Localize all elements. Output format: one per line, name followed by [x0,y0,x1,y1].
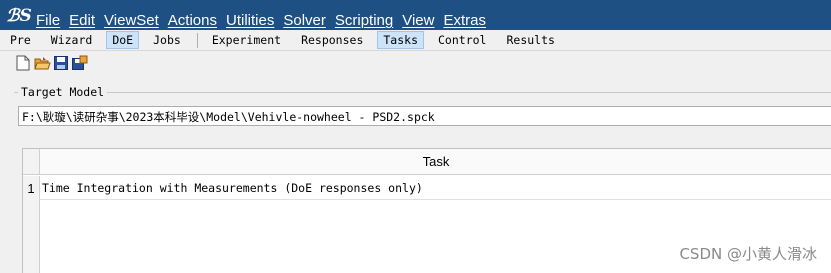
tab-responses[interactable]: Responses [295,31,369,49]
tab-control[interactable]: Control [432,31,492,49]
tab-row: Pre Wizard DoE Jobs Experiment Responses… [0,30,831,51]
menu-edit[interactable]: Edit [69,12,95,30]
menu-solver[interactable]: Solver [283,12,326,30]
menu-scripting[interactable]: Scripting [335,12,393,30]
menu-viewset[interactable]: ViewSet [104,12,159,30]
tab-jobs[interactable]: Jobs [147,31,187,49]
target-model-group-border [14,92,831,93]
tab-doe[interactable]: DoE [106,31,140,49]
tab-experiment[interactable]: Experiment [206,31,287,49]
tab-tasks[interactable]: Tasks [377,31,424,49]
open-folder-icon[interactable] [33,54,51,72]
table-corner-header[interactable] [23,149,40,175]
menu-view[interactable]: View [402,12,434,30]
menu-file[interactable]: File [36,12,60,30]
target-model-label: Target Model [18,85,108,99]
menu-utilities[interactable]: Utilities [226,12,274,30]
app-logo-icon[interactable]: ℬS [6,3,32,29]
save-icon[interactable] [52,54,70,72]
menu-actions[interactable]: Actions [168,12,217,30]
target-model-path-field[interactable]: F:\耿璇\读研杂事\2023本科毕设\Model\Vehivle-nowhee… [18,106,831,126]
tab-results[interactable]: Results [500,31,560,49]
tab-separator [196,32,198,48]
row-header-empty-area [23,200,40,273]
watermark-text: CSDN @小黄人滑冰 [679,245,817,263]
task-column-header[interactable]: Task [40,149,831,175]
menu-extras[interactable]: Extras [443,12,486,30]
toolbar [0,51,831,75]
save-as-icon[interactable] [71,54,89,72]
tab-pre[interactable]: Pre [4,31,37,49]
menu-bar: ℬS File Edit ViewSet Actions Utilities S… [0,0,831,30]
new-file-icon[interactable] [14,54,32,72]
tab-wizard[interactable]: Wizard [45,31,99,49]
table-row-number[interactable]: 1 [23,176,40,200]
table-row[interactable]: Time Integration with Measurements (DoE … [40,176,831,200]
